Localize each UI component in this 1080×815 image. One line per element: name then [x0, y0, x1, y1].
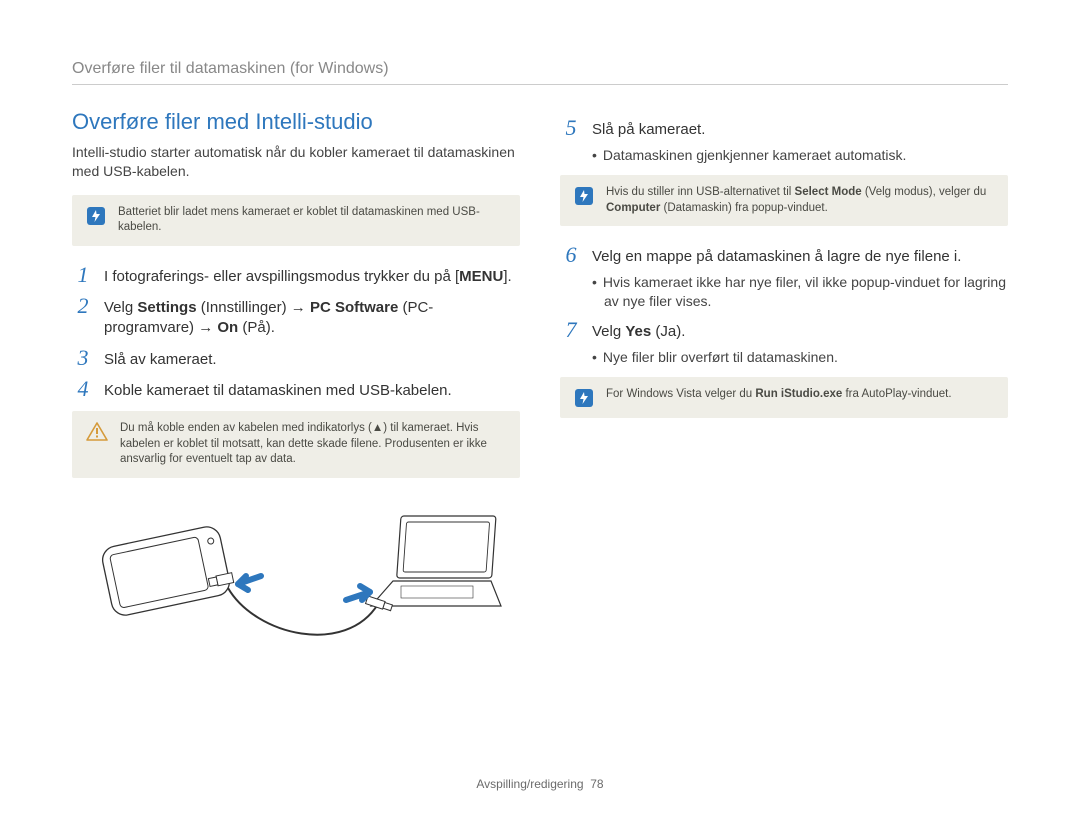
note-box-vista: For Windows Vista velger du Run iStudio.… — [560, 377, 1008, 418]
step-number: 1 — [72, 264, 94, 286]
step-number: 5 — [560, 117, 582, 139]
step-text: Velg Yes (Ja). — [592, 319, 685, 342]
note-icon — [574, 186, 594, 206]
page-title: Overføre filer med Intelli-studio — [72, 109, 520, 135]
step-5-sub: Datamaskinen gjenkjenner kameraet automa… — [592, 146, 1008, 165]
footer-page-number: 78 — [590, 777, 603, 791]
page-footer: Avspilling/redigering 78 — [0, 777, 1080, 791]
note-text: For Windows Vista velger du Run iStudio.… — [606, 387, 952, 403]
note-icon — [574, 388, 594, 408]
left-column: Overføre filer med Intelli-studio Intell… — [72, 109, 520, 671]
footer-section: Avspilling/redigering — [476, 777, 583, 791]
step-number: 4 — [72, 378, 94, 400]
step-number: 6 — [560, 244, 582, 266]
step-text: Velg Settings (Innstillinger) → PC Softw… — [104, 295, 520, 339]
note-icon — [86, 206, 106, 226]
step-number: 3 — [72, 347, 94, 369]
intro-text: Intelli-studio starter automatisk når du… — [72, 143, 520, 181]
warning-icon — [86, 422, 108, 442]
note-box-usb-mode: Hvis du stiller inn USB-alternativet til… — [560, 175, 1008, 226]
step-2: 2 Velg Settings (Innstillinger) → PC Sof… — [72, 295, 520, 339]
step-number: 2 — [72, 295, 94, 317]
step-7-sub: Nye filer blir overført til datamaskinen… — [592, 348, 1008, 367]
step-3: 3 Slå av kameraet. — [72, 347, 520, 370]
note-text: Batteriet blir ladet mens kameraet er ko… — [118, 205, 506, 236]
step-4: 4 Koble kameraet til datamaskinen med US… — [72, 378, 520, 401]
step-6: 6 Velg en mappe på datamaskinen å lagre … — [560, 244, 1008, 267]
step-6-sub: Hvis kameraet ikke har nye filer, vil ik… — [592, 273, 1008, 311]
step-number: 7 — [560, 319, 582, 341]
step-text: Slå av kameraet. — [104, 347, 217, 370]
right-column: 5 Slå på kameraet. Datamaskinen gjenkjen… — [560, 109, 1008, 671]
step-text: Velg en mappe på datamaskinen å lagre de… — [592, 244, 961, 267]
step-text: Koble kameraet til datamaskinen med USB-… — [104, 378, 452, 401]
step-5: 5 Slå på kameraet. — [560, 117, 1008, 140]
note-text: Hvis du stiller inn USB-alternativet til… — [606, 185, 994, 216]
step-text: I fotograferings- eller avspillingsmodus… — [104, 264, 512, 287]
step-1: 1 I fotograferings- eller avspillingsmod… — [72, 264, 520, 287]
breadcrumb: Overføre filer til datamaskinen (for Win… — [72, 60, 1008, 85]
warning-text: Du må koble enden av kabelen med indikat… — [120, 421, 506, 468]
note-box-battery: Batteriet blir ladet mens kameraet er ko… — [72, 195, 520, 246]
connection-diagram — [72, 496, 520, 671]
step-7: 7 Velg Yes (Ja). — [560, 319, 1008, 342]
step-text: Slå på kameraet. — [592, 117, 705, 140]
warning-box: Du må koble enden av kabelen med indikat… — [72, 411, 520, 478]
